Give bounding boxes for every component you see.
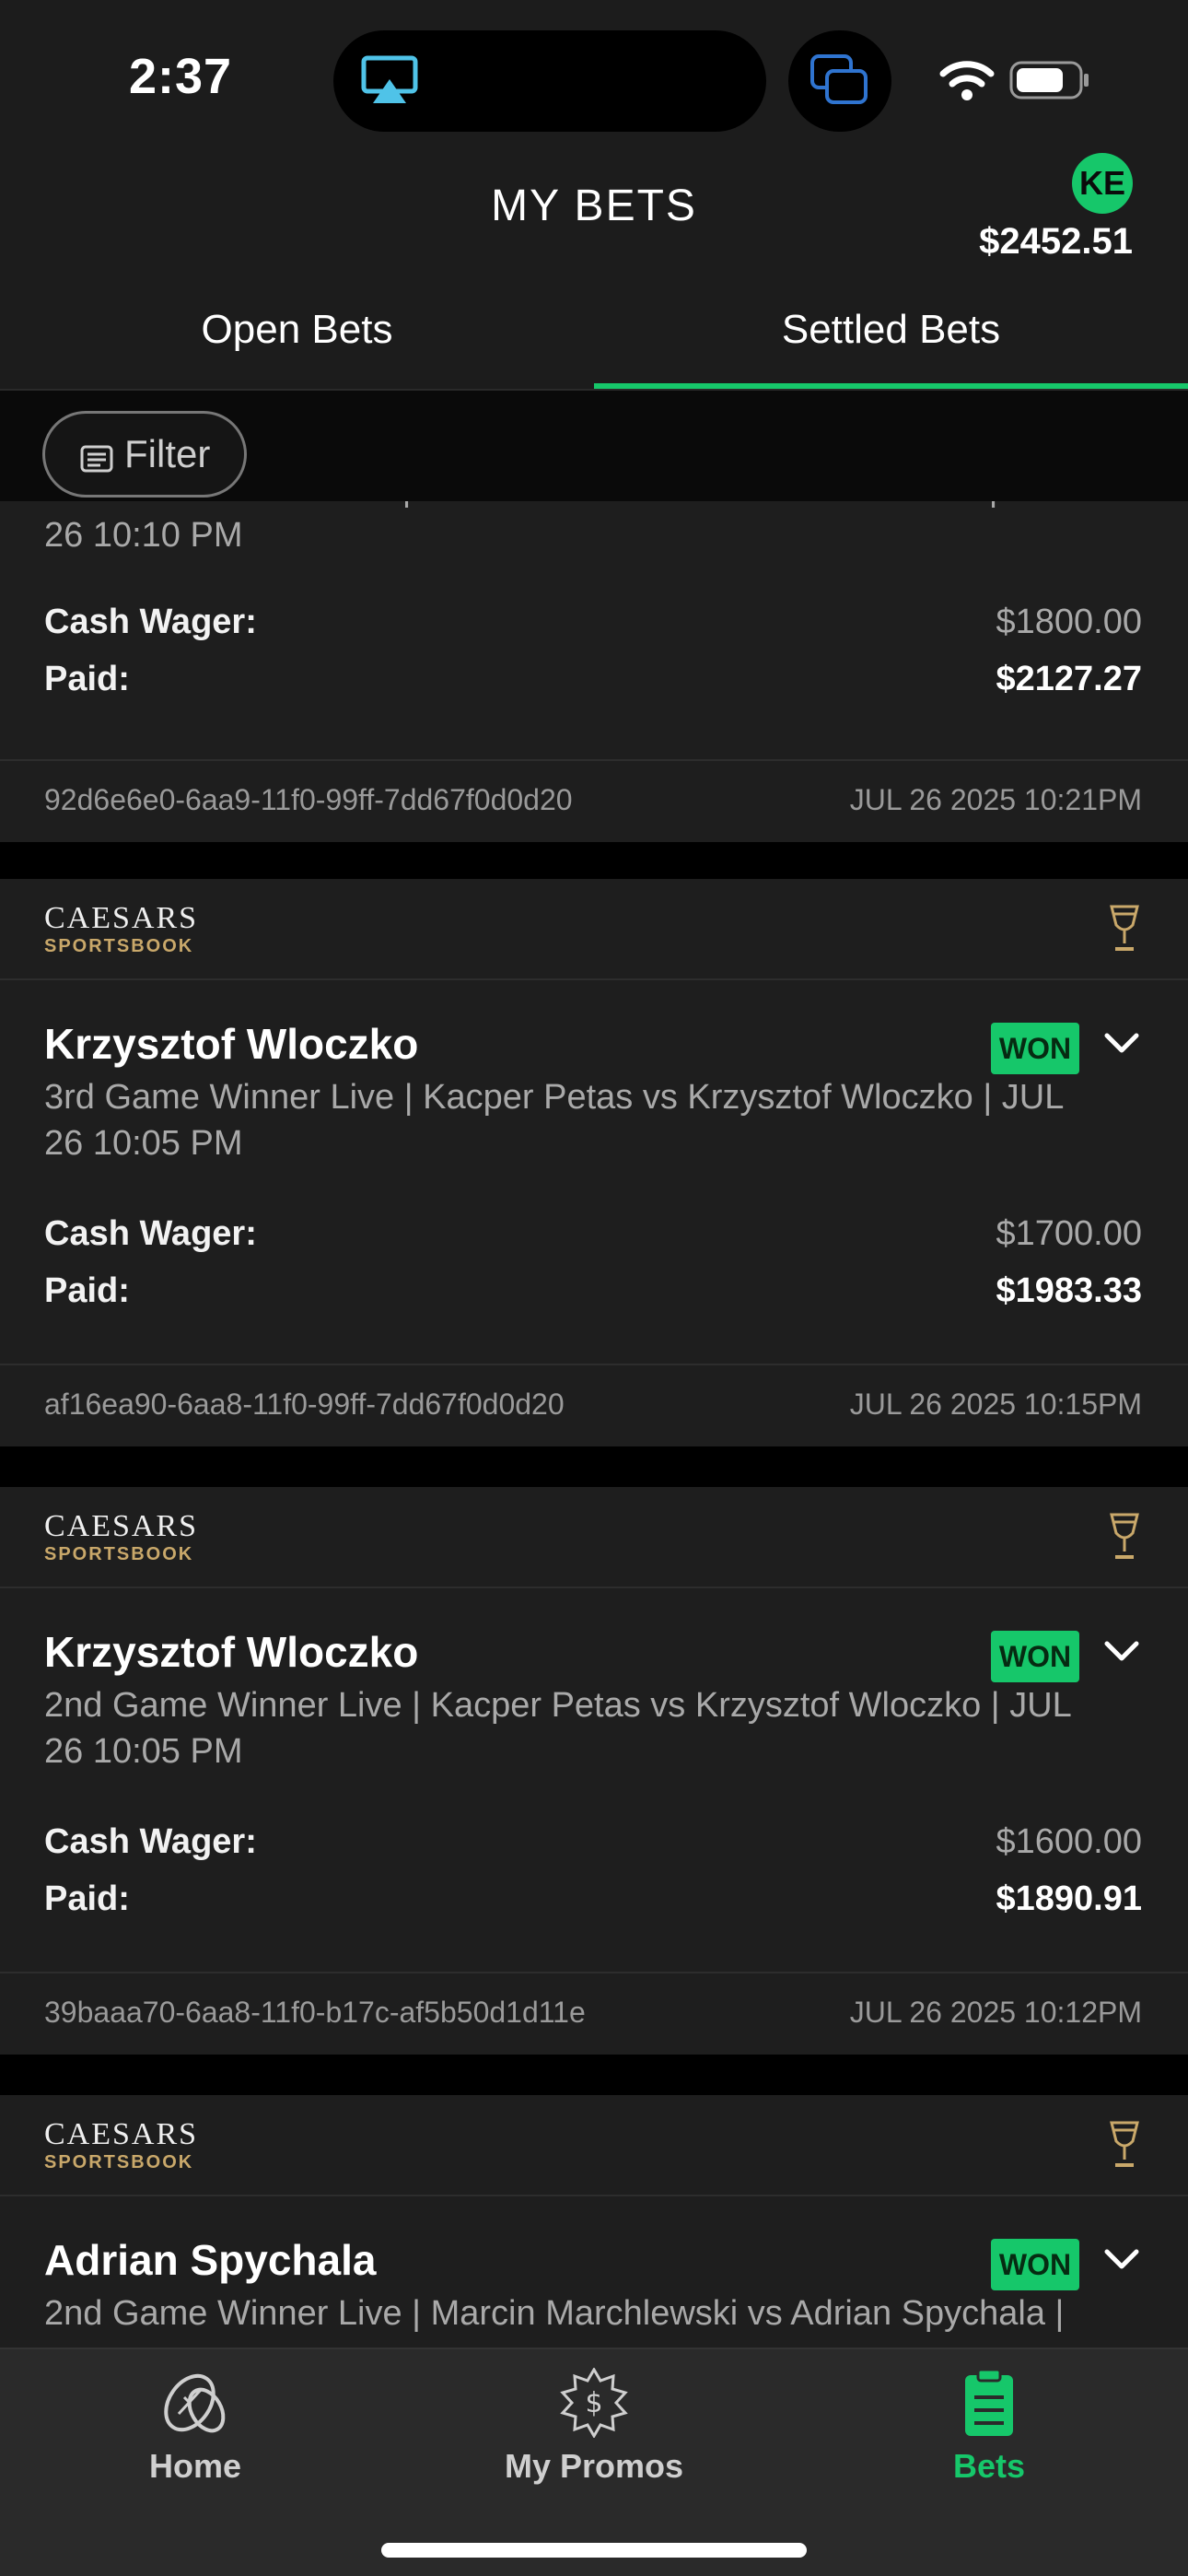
nav-label: Home	[148, 2447, 242, 2485]
nav-label: Bets	[952, 2447, 1026, 2485]
bet-footer: 39baaa70-6aa8-11f0-b17c-af5b50d1d11e JUL…	[0, 1972, 1188, 2053]
filter-list-icon	[80, 445, 113, 473]
sportsbook-logo-text: SPORTSBOOK	[44, 2152, 194, 2172]
bet-footer: 92d6e6e0-6aa9-11f0-99ff-7dd67f0d0d20 JUL…	[0, 759, 1188, 840]
trophy-cup-icon	[1110, 1513, 1139, 1559]
sportsbook-header: CAESARS SPORTSBOOK	[0, 879, 1188, 980]
bet-timestamp: JUL 26 2025 10:12PM	[849, 1996, 1142, 2029]
chevron-down-icon[interactable]	[1103, 1032, 1140, 1056]
battery-icon	[1009, 61, 1089, 100]
bottom-nav: Home $ My Promos Bets	[0, 2348, 1188, 2576]
avatar[interactable]: KE	[1072, 153, 1133, 214]
status-badge: WON	[991, 1631, 1079, 1682]
sportsbook-header: CAESARS SPORTSBOOK	[0, 2095, 1188, 2196]
filter-bar: Filter	[0, 391, 1188, 501]
paid-amount: $1890.91	[996, 1879, 1143, 1918]
tab-open-bets[interactable]: Open Bets	[0, 293, 594, 389]
bet-card[interactable]: CAESARS SPORTSBOOK Krzysztof Wloczko WON…	[0, 1487, 1188, 2055]
clipboard-icon	[965, 2368, 1013, 2436]
caesars-logo: CAESARS	[44, 1509, 199, 1543]
promo-dollar-icon: $	[560, 2368, 628, 2438]
sportsbook-logo-text: SPORTSBOOK	[44, 1544, 194, 1564]
bet-list[interactable]: 4th Game Winner Live | Piotr Gumulinski …	[0, 391, 1188, 2348]
bet-id: 39baaa70-6aa8-11f0-b17c-af5b50d1d11e	[44, 1996, 586, 2029]
bet-selection: Krzysztof Wloczko	[44, 1628, 419, 1676]
screen-mirror-icon	[810, 54, 868, 104]
bet-timestamp: JUL 26 2025 10:15PM	[849, 1388, 1142, 1421]
wifi-icon	[939, 61, 995, 100]
bets-tabs: Open Bets Settled Bets	[0, 293, 1188, 391]
bet-id: af16ea90-6aa8-11f0-99ff-7dd67f0d0d20	[44, 1388, 565, 1421]
bet-description: 2nd Game Winner Live | Marcin Marchlewsk…	[44, 2294, 1065, 2333]
football-icon	[164, 2373, 226, 2433]
nav-bets[interactable]: Bets	[869, 2368, 1109, 2486]
nav-label: My Promos	[504, 2447, 684, 2485]
nav-my-promos[interactable]: $ My Promos	[474, 2368, 714, 2486]
bet-timestamp: JUL 26 2025 10:21PM	[849, 783, 1142, 816]
paid-label: Paid:	[44, 1879, 130, 1918]
top-bar: 2:37 MY BETS KE $2452.51 Open Bets Settl…	[0, 0, 1188, 391]
paid-label: Paid:	[44, 1271, 130, 1310]
cash-wager-label: Cash Wager:	[44, 1822, 257, 1861]
bet-selection: Krzysztof Wloczko	[44, 1020, 419, 1068]
bet-footer: af16ea90-6aa8-11f0-99ff-7dd67f0d0d20 JUL…	[0, 1364, 1188, 1445]
sportsbook-logo-text: SPORTSBOOK	[44, 936, 194, 956]
caesars-logo: CAESARS	[44, 901, 199, 935]
chevron-down-icon[interactable]	[1103, 2248, 1140, 2272]
cash-wager-amount: $1700.00	[996, 1214, 1143, 1253]
filter-label: Filter	[124, 432, 211, 475]
status-time: 2:37	[129, 49, 233, 104]
cash-wager-amount: $1800.00	[996, 603, 1143, 641]
bet-selection: Adrian Spychala	[44, 2236, 377, 2284]
trophy-cup-icon	[1110, 905, 1139, 951]
tab-settled-bets[interactable]: Settled Bets	[594, 293, 1188, 389]
status-badge: WON	[991, 1023, 1079, 1074]
cash-wager-label: Cash Wager:	[44, 603, 257, 641]
selected-tab-indicator	[594, 383, 1188, 389]
svg-text:$: $	[585, 2387, 602, 2419]
sportsbook-header: CAESARS SPORTSBOOK	[0, 1487, 1188, 1588]
bet-id: 92d6e6e0-6aa9-11f0-99ff-7dd67f0d0d20	[44, 783, 573, 816]
bet-card[interactable]: CAESARS SPORTSBOOK Krzysztof Wloczko WON…	[0, 879, 1188, 1446]
filter-button[interactable]: Filter	[42, 411, 247, 498]
caesars-logo: CAESARS	[44, 2117, 199, 2151]
home-indicator[interactable]	[381, 2543, 807, 2558]
screen-mirror-indicator	[788, 30, 891, 132]
paid-amount: $1983.33	[996, 1271, 1143, 1310]
nav-home[interactable]: Home	[76, 2368, 315, 2486]
trophy-cup-icon	[1110, 2121, 1139, 2167]
chevron-down-icon[interactable]	[1103, 1640, 1140, 1664]
account-balance: $2452.51	[979, 221, 1133, 262]
cash-wager-label: Cash Wager:	[44, 1214, 257, 1253]
bet-card[interactable]: CAESARS SPORTSBOOK Adrian Spychala WON 2…	[0, 2095, 1188, 2348]
airplay-icon	[361, 55, 418, 103]
paid-label: Paid:	[44, 660, 130, 698]
cash-wager-amount: $1600.00	[996, 1822, 1143, 1861]
status-badge: WON	[991, 2239, 1079, 2290]
bet-description: 2nd Game Winner Live | Kacper Petas vs K…	[44, 1686, 1071, 1771]
bet-description: 3rd Game Winner Live | Kacper Petas vs K…	[44, 1078, 1063, 1163]
paid-amount: $2127.27	[996, 660, 1143, 698]
